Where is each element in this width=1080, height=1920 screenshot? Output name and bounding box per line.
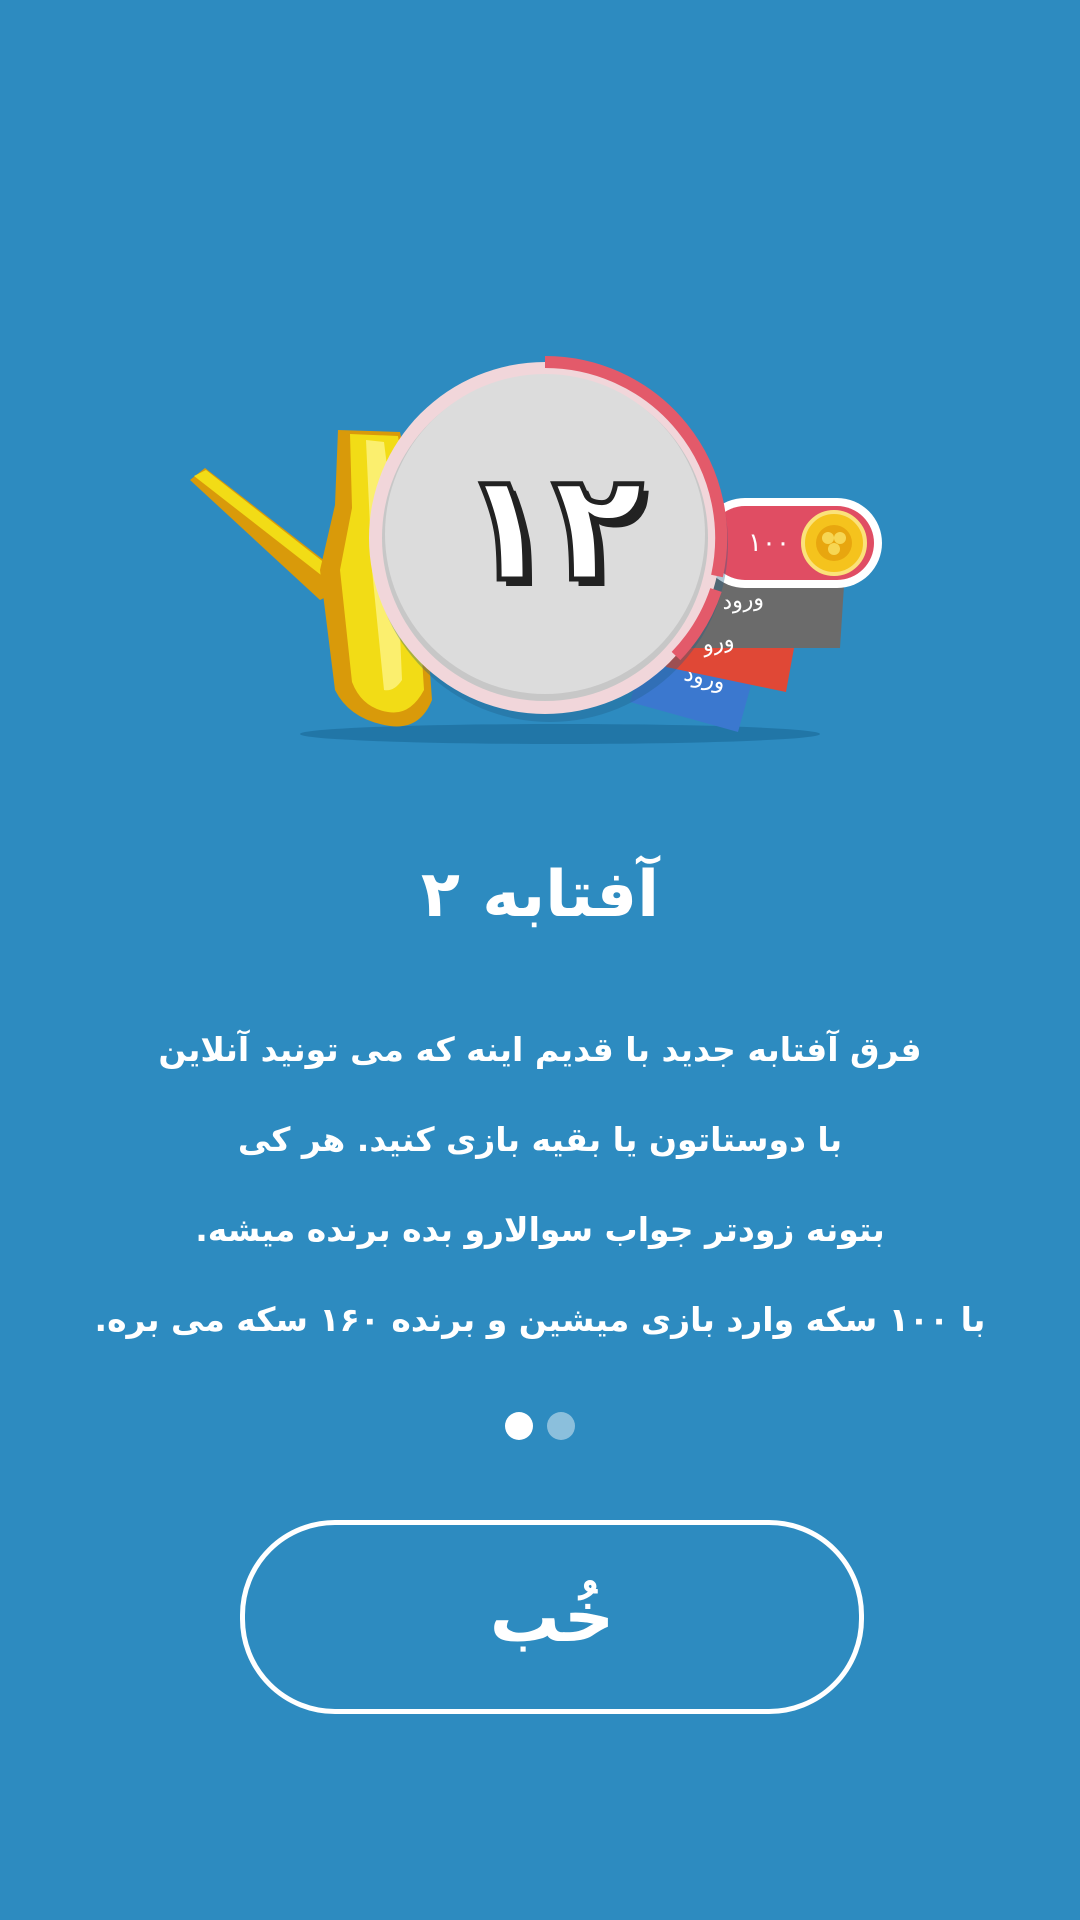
description-line: بتونه زودتر جواب سوالارو بده برنده میشه. <box>195 1210 885 1249</box>
description-line: با ۱۰۰ سکه وارد بازی میشین و برنده ۱۶۰ س… <box>94 1300 986 1339</box>
page-indicator <box>505 1410 575 1440</box>
entry-card-label: ورو <box>699 626 737 659</box>
illustration: ۱۲ ۱۰۰ ورود ورو ورود <box>0 330 1080 760</box>
entry-card-label: ورود <box>720 585 765 616</box>
ok-button[interactable]: خُب <box>240 1520 864 1714</box>
page-dot-inactive[interactable] <box>547 1412 575 1440</box>
description-line: با دوستاتون یا بقیه بازی کنید. هر کی <box>237 1120 843 1159</box>
entry-card-label: ورود <box>681 661 729 696</box>
page-title: آفتابه ۲ <box>420 858 660 932</box>
description: فرق آفتابه جدید با قدیم اینه که می تونید… <box>60 1005 1020 1365</box>
entry-cards: ورود ورو ورود <box>0 330 1080 760</box>
page-dot-active[interactable] <box>505 1412 533 1440</box>
description-line: فرق آفتابه جدید با قدیم اینه که می تونید… <box>158 1030 922 1069</box>
